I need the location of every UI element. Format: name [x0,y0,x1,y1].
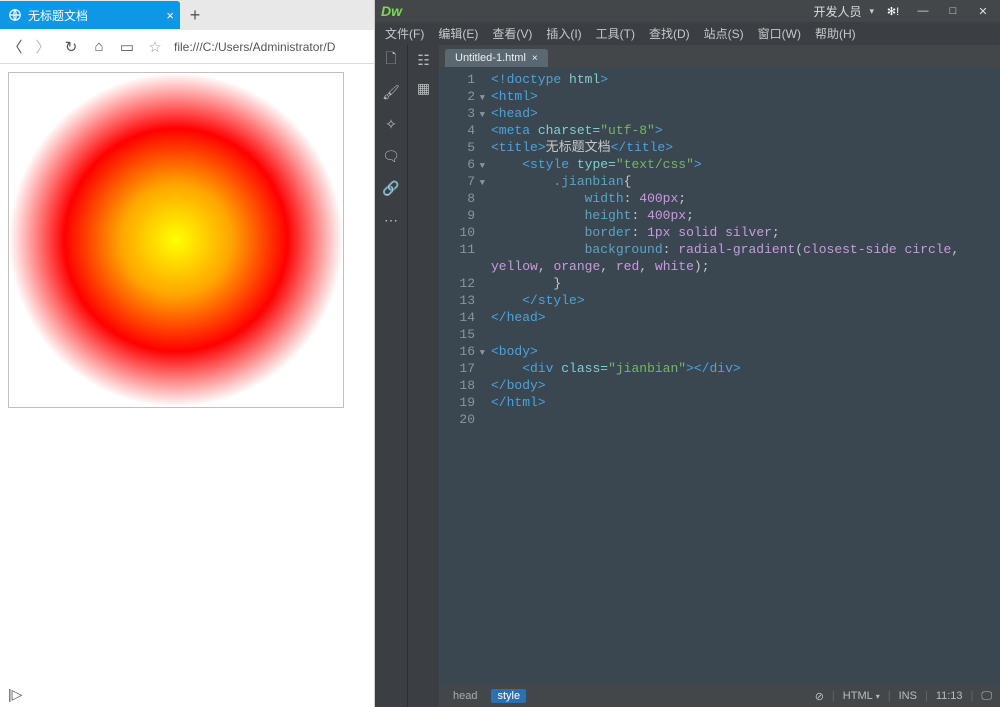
browser-tab-title: 无标题文档 [28,7,160,24]
file-tab-label: Untitled-1.html [455,52,526,64]
menu-site[interactable]: 站点(S) [704,25,744,42]
browser-footer: |▷ [0,681,374,707]
menu-file[interactable]: 文件(F) [385,25,424,42]
home-icon[interactable]: ⌂ [90,38,108,56]
menu-view[interactable]: 查看(V) [492,25,532,42]
dw-menubar: 文件(F) 编辑(E) 查看(V) 插入(I) 工具(T) 查找(D) 站点(S… [375,22,1000,45]
comment-icon[interactable]: 🗨 [382,147,400,165]
menu-find[interactable]: 查找(D) [649,25,690,42]
bookmark-star-icon[interactable]: ☆ [146,38,164,56]
dw-statusbar: head style ⊘ | HTML ▾ | INS | 11:13 | 🖵 [439,685,1000,707]
dw-logo: Dw [381,3,402,19]
status-lang[interactable]: HTML ▾ [843,690,880,702]
tab-close-icon[interactable]: × [166,8,174,23]
globe-icon [8,8,22,22]
link-icon[interactable]: 🔗 [382,179,400,197]
crumb-style[interactable]: style [491,689,526,703]
menu-edit[interactable]: 编辑(E) [438,25,478,42]
browser-tabbar: 无标题文档 × + [0,0,374,30]
line-gutter: 12▼3▼456▼7▼891011 1213141516▼17181920 [439,67,483,685]
minimize-icon[interactable]: — [912,3,934,19]
new-tab-button[interactable]: + [180,5,210,26]
error-indicator-icon[interactable]: ⊘ [815,690,824,703]
file-tab-close-icon[interactable]: × [532,53,538,64]
status-ins[interactable]: INS [899,690,917,702]
file-icon[interactable]: 🗋 [382,51,400,69]
maximize-icon[interactable]: □ [942,3,964,19]
chevron-down-icon[interactable]: ▾ [869,6,874,17]
dw-editor: Untitled-1.html × 12▼3▼456▼7▼891011 1213… [439,45,1000,707]
more-icon[interactable]: ⋯ [382,211,400,229]
reload-icon[interactable]: ↻ [62,38,80,56]
back-icon[interactable]: 〈 [6,38,24,56]
dw-titlebar: Dw 开发人员 ▾ ✻! — □ ✕ [375,0,1000,22]
wand-icon[interactable]: ✧ [382,115,400,133]
dw-body: 🗋 🖌 ✧ 🗨 🔗 ⋯ ☷ ▦ Untitled-1.html × 12▼3▼4… [375,45,1000,707]
browser-window: 无标题文档 × + 〈 〉 ↻ ⌂ ▭ ☆ file:///C:/Users/A… [0,0,375,707]
file-tab-active[interactable]: Untitled-1.html × [445,49,548,67]
preview-icon[interactable]: 🖵 [981,690,992,703]
file-tabbar: Untitled-1.html × [439,45,1000,67]
dw-titlebar-right: 开发人员 ▾ ✻! — □ ✕ [813,3,994,20]
dw-panel-rail: ☷ ▦ [407,45,439,707]
status-pos: 11:13 [936,690,963,702]
settings-gear-icon[interactable]: ✻! [882,3,904,19]
menu-help[interactable]: 帮助(H) [815,25,856,42]
gradient-box [8,72,344,408]
workspace-role[interactable]: 开发人员 [813,3,861,20]
menu-tools[interactable]: 工具(T) [596,25,635,42]
dw-tool-rail: 🗋 🖌 ✧ 🗨 🔗 ⋯ [375,45,407,707]
dreamweaver-window: Dw 开发人员 ▾ ✻! — □ ✕ 文件(F) 编辑(E) 查看(V) 插入(… [375,0,1000,707]
brush-icon[interactable]: 🖌 [382,83,400,101]
close-icon[interactable]: ✕ [972,3,994,19]
footer-glyph[interactable]: |▷ [8,686,22,703]
menu-insert[interactable]: 插入(I) [546,25,581,42]
address-bar[interactable]: file:///C:/Users/Administrator/D [174,40,368,54]
forward-icon[interactable]: 〉 [34,38,52,56]
code-area[interactable]: 12▼3▼456▼7▼891011 1213141516▼17181920 <!… [439,67,1000,685]
crumb-head[interactable]: head [447,689,483,703]
assets-icon[interactable]: ▦ [415,79,433,97]
reader-icon[interactable]: ▭ [118,38,136,56]
browser-toolbar: 〈 〉 ↻ ⌂ ▭ ☆ file:///C:/Users/Administrat… [0,30,374,64]
browser-tab-active[interactable]: 无标题文档 × [0,1,180,29]
code-content[interactable]: <!doctype html><html><head><meta charset… [483,67,1000,685]
dom-tree-icon[interactable]: ☷ [415,51,433,69]
menu-window[interactable]: 窗口(W) [758,25,801,42]
browser-viewport [0,64,374,681]
